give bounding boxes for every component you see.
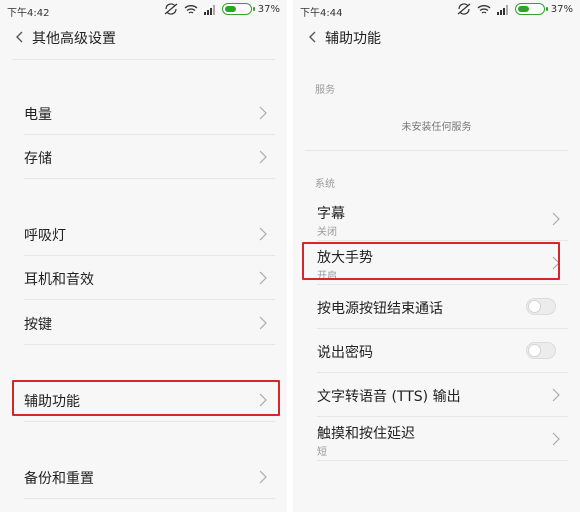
item-label: 辅助功能 [24, 394, 80, 410]
battery-icon [514, 3, 548, 15]
status-time: 下午4:44 [300, 8, 343, 19]
right-screen: 下午4:44 37% 辅助功能 服务 未安装任何服务 系统 字幕 关闭 放大手势… [293, 0, 580, 512]
list-item-speak-passwords[interactable]: 说出密码 [305, 329, 568, 373]
list-item-backup-reset[interactable]: 备份和重置 [12, 455, 275, 499]
power-ends-call-toggle[interactable] [526, 298, 556, 315]
list-item-power-ends-call[interactable]: 按电源按钮结束通话 [305, 285, 568, 329]
wifi-icon [184, 4, 198, 14]
page-title: 辅助功能 [325, 31, 381, 47]
list-item-storage[interactable]: 存储 [12, 135, 275, 179]
item-label: 文字转语音 (TTS) 输出 [317, 389, 461, 405]
signal-icon [496, 4, 508, 15]
item-subtitle: 短 [317, 447, 327, 458]
list-item-breathing-light[interactable]: 呼吸灯 [12, 212, 275, 256]
battery-percent: 37% [257, 3, 280, 15]
battery-icon [221, 3, 255, 15]
list-item-accessibility[interactable]: 辅助功能 [12, 378, 275, 422]
status-bar: 下午4:42 37% [0, 0, 287, 20]
section-divider [305, 150, 568, 151]
chevron-right-icon [259, 470, 267, 484]
status-bar: 下午4:44 37% [293, 0, 580, 20]
chevron-right-icon [552, 388, 560, 402]
title-bar: 辅助功能 [293, 22, 580, 52]
top-divider [12, 59, 275, 60]
wifi-icon [477, 4, 491, 14]
item-label: 电量 [24, 107, 52, 123]
item-label: 存储 [24, 151, 52, 167]
item-label: 字幕 [317, 206, 345, 222]
item-label: 备份和重置 [24, 471, 94, 487]
page-title: 其他高级设置 [32, 31, 116, 47]
status-time: 下午4:42 [7, 8, 50, 19]
list-item-buttons[interactable]: 按键 [12, 301, 275, 345]
list-item-headphones-audio[interactable]: 耳机和音效 [12, 256, 275, 300]
sync-off-icon [164, 3, 178, 15]
battery-percent: 37% [550, 3, 573, 15]
item-subtitle: 关闭 [317, 227, 337, 238]
left-screen: 下午4:42 37% 其他高级设置 电量 存储 呼吸灯 耳机和音效 按键 辅助功… [0, 0, 287, 512]
back-arrow-icon[interactable] [12, 29, 28, 45]
list-item-tts-output[interactable]: 文字转语音 (TTS) 输出 [305, 373, 568, 417]
chevron-right-icon [259, 316, 267, 330]
signal-icon [203, 4, 215, 15]
item-label: 呼吸灯 [24, 228, 66, 244]
section-header-services: 服务 [315, 85, 335, 96]
speak-passwords-toggle[interactable] [526, 342, 556, 359]
list-item-captions[interactable]: 字幕 关闭 [305, 197, 568, 241]
list-item-battery[interactable]: 电量 [12, 91, 275, 135]
chevron-right-icon [259, 106, 267, 120]
chevron-right-icon [259, 393, 267, 407]
section-header-system: 系统 [315, 179, 335, 190]
item-subtitle: 开启 [317, 271, 337, 282]
item-label: 按键 [24, 317, 52, 333]
back-arrow-icon[interactable] [305, 29, 321, 45]
item-label: 放大手势 [317, 250, 373, 266]
chevron-right-icon [259, 227, 267, 241]
services-empty-message: 未安装任何服务 [401, 122, 472, 133]
list-item-magnification-gestures[interactable]: 放大手势 开启 [305, 241, 568, 285]
chevron-right-icon [259, 271, 267, 285]
sync-off-icon [457, 3, 471, 15]
chevron-right-icon [552, 212, 560, 226]
list-item-touch-hold-delay[interactable]: 触摸和按住延迟 短 [305, 417, 568, 461]
title-bar: 其他高级设置 [0, 22, 287, 52]
chevron-right-icon [552, 256, 560, 270]
item-label: 触摸和按住延迟 [317, 426, 415, 442]
item-label: 说出密码 [317, 345, 373, 361]
item-label: 按电源按钮结束通话 [317, 301, 443, 317]
item-label: 耳机和音效 [24, 272, 94, 288]
chevron-right-icon [259, 150, 267, 164]
chevron-right-icon [552, 432, 560, 446]
